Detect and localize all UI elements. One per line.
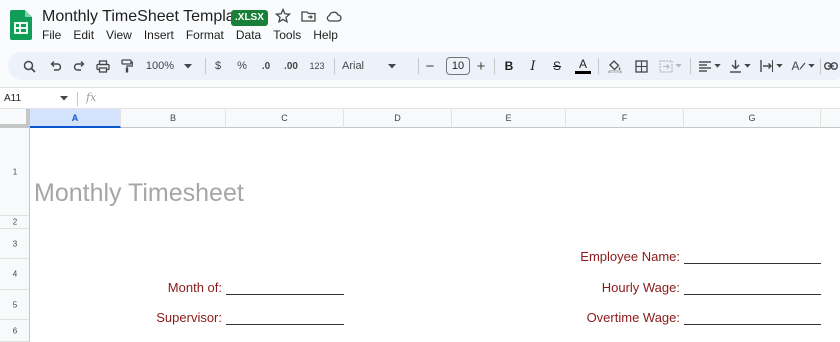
menu-format[interactable]: Format bbox=[186, 28, 224, 42]
zoom-value: 100% bbox=[145, 60, 175, 72]
text-rotate-icon[interactable]: A bbox=[789, 52, 817, 80]
divider bbox=[820, 58, 821, 74]
text-wrap-icon[interactable] bbox=[757, 52, 785, 80]
menu-insert[interactable]: Insert bbox=[144, 28, 174, 42]
column-header-d[interactable]: D bbox=[344, 109, 452, 128]
column-header-a[interactable]: A bbox=[30, 109, 121, 128]
chevron-down-icon bbox=[807, 64, 815, 68]
toolbar: 100% $ % .0 .00 123 Arial − 10 + B I S A bbox=[8, 52, 840, 80]
chevron-down-icon bbox=[184, 63, 193, 68]
link-icon[interactable] bbox=[822, 52, 840, 80]
row-header-5[interactable]: 5 bbox=[0, 290, 30, 320]
divider bbox=[77, 92, 78, 106]
row-header-2[interactable]: 2 bbox=[0, 216, 30, 229]
month-of-field[interactable] bbox=[226, 294, 344, 295]
row-header-3[interactable]: 3 bbox=[0, 229, 30, 259]
text-rotate-glyph: A bbox=[791, 59, 800, 73]
search-icon[interactable] bbox=[20, 52, 38, 80]
supervisor-field[interactable] bbox=[226, 324, 344, 325]
print-icon[interactable] bbox=[94, 52, 112, 80]
employee-name-label[interactable]: Employee Name: bbox=[580, 249, 680, 264]
column-header-c[interactable]: C bbox=[226, 109, 344, 128]
undo-icon[interactable] bbox=[46, 52, 64, 80]
decrease-decimal-button[interactable]: .0 bbox=[258, 52, 274, 80]
valign-icon[interactable] bbox=[727, 52, 753, 80]
text-color-icon: A bbox=[578, 57, 587, 71]
divider bbox=[418, 58, 419, 74]
divider bbox=[205, 58, 206, 74]
align-icon[interactable] bbox=[697, 52, 723, 80]
menu-edit[interactable]: Edit bbox=[73, 28, 94, 42]
row-header-4[interactable]: 4 bbox=[0, 259, 30, 290]
increase-font-size-button[interactable]: + bbox=[474, 52, 488, 80]
column-header-h[interactable] bbox=[821, 109, 840, 128]
menu-bar: File Edit View Insert Format Data Tools … bbox=[42, 28, 350, 42]
paint-format-icon[interactable] bbox=[118, 52, 136, 80]
menu-help[interactable]: Help bbox=[313, 28, 338, 42]
text-color-button[interactable]: A bbox=[574, 52, 592, 80]
fill-color-icon[interactable] bbox=[606, 52, 624, 80]
font-select[interactable]: Arial bbox=[342, 52, 412, 80]
divider bbox=[598, 58, 599, 74]
employee-name-field[interactable] bbox=[684, 263, 821, 264]
strikethrough-button[interactable]: S bbox=[550, 52, 564, 80]
move-to-folder-icon[interactable] bbox=[300, 8, 318, 26]
text-color-swatch bbox=[575, 71, 591, 74]
row-header-6[interactable]: 6 bbox=[0, 320, 30, 342]
column-header-g[interactable]: G bbox=[684, 109, 821, 128]
percent-format-button[interactable]: % bbox=[235, 52, 249, 80]
supervisor-label[interactable]: Supervisor: bbox=[156, 310, 222, 325]
merge-icon[interactable] bbox=[656, 52, 684, 80]
zoom-select[interactable]: 100% bbox=[144, 52, 194, 80]
title-bar: Monthly TimeSheet Template .XLSX File Ed… bbox=[0, 0, 840, 48]
hourly-wage-label[interactable]: Hourly Wage: bbox=[602, 280, 680, 295]
row-header-1[interactable]: 1 bbox=[0, 128, 30, 216]
divider bbox=[690, 58, 691, 74]
font-value: Arial bbox=[342, 60, 365, 72]
decrease-font-size-button[interactable]: − bbox=[423, 52, 437, 80]
chevron-down-icon bbox=[775, 64, 783, 68]
menu-data[interactable]: Data bbox=[236, 28, 261, 42]
column-header-f[interactable]: F bbox=[566, 109, 684, 128]
menu-view[interactable]: View bbox=[106, 28, 132, 42]
bold-button[interactable]: B bbox=[502, 52, 516, 80]
divider bbox=[494, 58, 495, 74]
chevron-down-icon bbox=[388, 63, 397, 68]
chevron-down-icon bbox=[743, 64, 751, 68]
currency-format-button[interactable]: $ bbox=[211, 52, 225, 80]
font-size-input[interactable]: 10 bbox=[446, 57, 470, 75]
hourly-wage-field[interactable] bbox=[684, 294, 821, 295]
month-of-label[interactable]: Month of: bbox=[168, 280, 222, 295]
more-formats-button[interactable]: 123 bbox=[308, 52, 326, 80]
chevron-down-icon bbox=[674, 64, 682, 68]
sheet-title-cell[interactable]: Monthly Timesheet bbox=[34, 179, 244, 208]
star-icon[interactable] bbox=[274, 7, 293, 26]
spreadsheet-grid[interactable]: A B C D E F G 1 2 3 4 5 6 Monthly Timesh… bbox=[0, 109, 840, 342]
column-header-e[interactable]: E bbox=[452, 109, 566, 128]
overtime-wage-label[interactable]: Overtime Wage: bbox=[587, 310, 680, 325]
fx-icon: fx bbox=[86, 91, 97, 104]
column-header-b[interactable]: B bbox=[121, 109, 226, 128]
document-title[interactable]: Monthly TimeSheet Template bbox=[42, 8, 248, 26]
overtime-wage-field[interactable] bbox=[684, 324, 821, 325]
redo-icon[interactable] bbox=[70, 52, 88, 80]
cloud-status-icon[interactable] bbox=[325, 8, 343, 26]
menu-tools[interactable]: Tools bbox=[273, 28, 301, 42]
chevron-down-icon bbox=[714, 64, 721, 68]
chevron-down-icon[interactable] bbox=[60, 96, 68, 101]
formula-bar: A11 fx bbox=[0, 87, 840, 109]
italic-button[interactable]: I bbox=[526, 52, 540, 80]
select-all-corner[interactable] bbox=[0, 109, 30, 128]
increase-decimal-button[interactable]: .00 bbox=[280, 52, 302, 80]
sheets-logo-icon[interactable] bbox=[10, 10, 32, 40]
borders-icon[interactable] bbox=[632, 52, 650, 80]
file-type-badge: .XLSX bbox=[231, 10, 268, 26]
divider bbox=[334, 58, 335, 74]
menu-file[interactable]: File bbox=[42, 28, 61, 42]
